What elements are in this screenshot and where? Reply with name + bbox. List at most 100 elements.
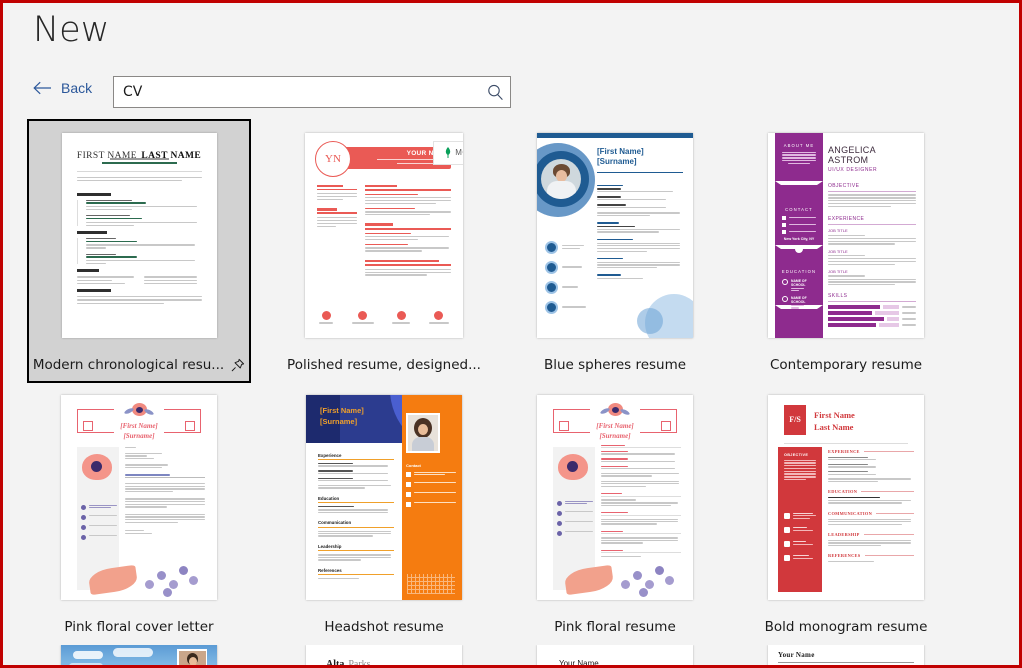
- template-thumbnail[interactable]: YN YOUR NAME M: [274, 121, 494, 349]
- template-thumbnail[interactable]: FIRST NAME LAST NAME: [29, 121, 249, 349]
- template-thumbnail[interactable]: Your Name: [505, 645, 725, 665]
- preview-first-name: [First Name]: [120, 421, 158, 430]
- preview-subline: [109, 157, 169, 160]
- template-label: Pink floral resume: [554, 619, 676, 635]
- preview-monogram-box: F/S: [784, 404, 806, 435]
- template-card-bold-monogram[interactable]: F/S First Name Last Name OBJECTIVE EXPER…: [736, 383, 956, 643]
- preview-divider: [76, 170, 202, 172]
- preview-section: Education: [318, 495, 340, 501]
- preview-main: Experience Education Communication Leade…: [318, 453, 394, 580]
- template-thumbnail[interactable]: ABOUT ME CONTACT New York City, NY EDUCA…: [736, 121, 956, 349]
- template-thumbnail[interactable]: [First Name] [Surname]: [505, 383, 725, 611]
- template-label: Bold monogram resume: [764, 619, 928, 635]
- preview-section: EXPERIENCE: [828, 448, 860, 454]
- template-card-contemporary[interactable]: ABOUT ME CONTACT New York City, NY EDUCA…: [736, 121, 956, 381]
- preview-photo: [541, 158, 581, 199]
- template-label: Blue spheres resume: [543, 357, 687, 373]
- arrow-left-icon: [33, 81, 51, 95]
- preview-photo: [177, 649, 207, 665]
- template-caption: Pink floral cover letter: [29, 611, 249, 643]
- preview-contact-heading: CONTACT: [785, 206, 813, 212]
- preview-school: NAME OF SCHOOL: [791, 278, 807, 287]
- template-thumbnail[interactable]: [First Name] [Surname] Contact Experienc…: [274, 383, 494, 611]
- preview-flower-side: [78, 451, 118, 487]
- preview-about-heading: ABOUT ME: [783, 142, 815, 148]
- preview-contact-heading: Contact: [406, 462, 421, 468]
- preview-main: [597, 184, 683, 280]
- template-card-blue-spheres[interactable]: [First Name] [Surname] Blue spheres resu…: [505, 121, 725, 381]
- preview-surname: [Surname]: [597, 157, 637, 167]
- template-label: Headshot resume: [324, 619, 444, 635]
- preview-section: References: [318, 567, 342, 573]
- pin-icon[interactable]: [231, 358, 245, 372]
- template-label: Polished resume, designed...: [287, 357, 481, 373]
- preview-main: [601, 444, 681, 558]
- preview-dot-pattern: [407, 573, 455, 594]
- preview-flower-side: [554, 451, 594, 487]
- preview-leaf-left: [563, 560, 615, 596]
- preview-berries-right: [615, 558, 677, 598]
- template-caption: Polished resume, designed...: [274, 349, 494, 381]
- preview-social-icons: [319, 311, 449, 324]
- preview-section: Leadership: [318, 543, 342, 549]
- search-input[interactable]: CV: [114, 84, 480, 100]
- preview-sidebar-heading: OBJECTIVE: [784, 452, 809, 457]
- preview-left-col: [317, 184, 357, 227]
- preview-section: Communication: [318, 520, 352, 525]
- preview-section: COMMUNICATION: [828, 510, 873, 516]
- preview-surname: [Surname]: [599, 431, 631, 440]
- moo-leaf-icon: [446, 147, 451, 158]
- template-label: Modern chronological resu...: [32, 357, 225, 373]
- template-caption: Headshot resume: [274, 611, 494, 643]
- template-caption: Modern chronological resu...: [29, 349, 249, 381]
- preview-section: Experience: [318, 452, 342, 458]
- preview-summary: [76, 176, 202, 182]
- template-card-your-name-caps[interactable]: Your Name: [736, 645, 956, 665]
- template-card-sky-photo[interactable]: Your Name: [29, 645, 249, 665]
- template-thumbnail[interactable]: Your Name: [29, 645, 249, 665]
- back-label: Back: [61, 80, 93, 96]
- preview-link-line: [101, 161, 177, 164]
- template-card-your-name-rule[interactable]: Your Name: [505, 645, 725, 665]
- preview-job-title: JOB TITLE: [828, 228, 848, 234]
- preview-name: Your Name: [778, 651, 815, 659]
- preview-contact: Contact: [406, 463, 456, 507]
- back-button[interactable]: Back: [33, 80, 92, 96]
- template-label: Pink floral cover letter: [64, 619, 214, 635]
- preview-name-block: [First Name] [Surname]: [597, 147, 683, 174]
- preview-name: ANGELICA ASTROM: [828, 144, 876, 165]
- preview-first-name: [First Name]: [597, 146, 644, 156]
- template-thumbnail[interactable]: [First Name] [Surname]: [29, 383, 249, 611]
- preview-main: EXPERIENCE EDUCATION COMMUNICATION LEADE…: [828, 449, 914, 563]
- preview-name-light: Parks: [348, 659, 371, 665]
- preview-surname: [Surname]: [123, 431, 155, 440]
- template-thumbnail[interactable]: F/S First Name Last Name OBJECTIVE EXPER…: [736, 383, 956, 611]
- moo-badge: MOO: [433, 140, 463, 165]
- template-thumbnail[interactable]: Alta Parks Attorney: [274, 645, 494, 665]
- preview-letter-body: [125, 446, 205, 535]
- preview-flower-top: [123, 402, 155, 420]
- preview-main: ANGELICA ASTROM UI/UX DESIGNER OBJECTIVE…: [828, 145, 916, 328]
- preview-body: [76, 192, 202, 305]
- template-card-polished-moo[interactable]: YN YOUR NAME M Polished resume, designed…: [274, 121, 494, 381]
- search-icon[interactable]: [480, 83, 510, 101]
- template-card-pink-floral-cover-letter[interactable]: [First Name] [Surname] Pink floral cover…: [29, 383, 249, 643]
- template-caption: Bold monogram resume: [736, 611, 956, 643]
- template-card-modern-chronological[interactable]: FIRST NAME LAST NAME Modern chronologica…: [27, 119, 251, 383]
- preview-school: NAME OF SCHOOL: [791, 296, 807, 305]
- template-card-headshot[interactable]: [First Name] [Surname] Contact Experienc…: [274, 383, 494, 643]
- template-thumbnail[interactable]: [First Name] [Surname]: [505, 121, 725, 349]
- preview-flower-top: [599, 402, 631, 420]
- template-card-pink-floral-resume[interactable]: [First Name] [Surname] Pink floral resum…: [505, 383, 725, 643]
- preview-photo: [406, 412, 440, 453]
- template-grid: FIRST NAME LAST NAME Modern chronologica…: [27, 119, 995, 665]
- preview-berries-right: [139, 558, 201, 598]
- search-box[interactable]: CV: [113, 76, 511, 108]
- preview-section: REFERENCES: [828, 553, 861, 559]
- preview-leaf-left: [87, 560, 139, 596]
- preview-first-name: [First Name]: [320, 405, 364, 415]
- template-thumbnail[interactable]: Your Name: [736, 645, 956, 665]
- preview-section-skills: SKILLS: [828, 293, 848, 300]
- template-card-alta-parks[interactable]: Alta Parks Attorney: [274, 645, 494, 665]
- preview-sidebar: OBJECTIVE: [778, 446, 822, 592]
